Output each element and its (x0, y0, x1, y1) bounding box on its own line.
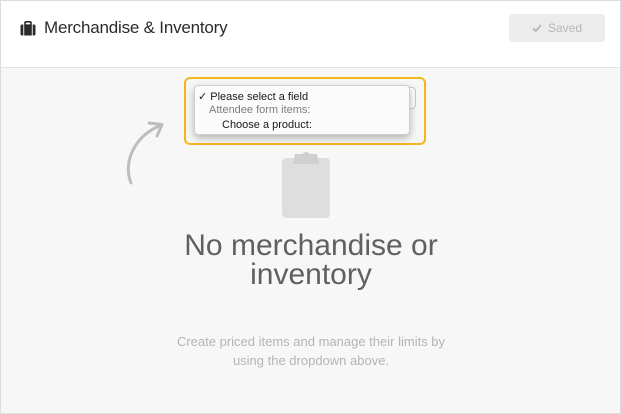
option-choose-product[interactable]: Choose a product: (222, 119, 312, 131)
optgroup-attendee-form-items: Attendee form items: (209, 104, 311, 116)
page-title: Merchandise & Inventory (44, 18, 228, 37)
page-header: Merchandise & Inventory Saved (1, 1, 620, 68)
empty-state-description: Create priced items and manage their lim… (176, 334, 446, 368)
saved-button[interactable]: Saved (509, 14, 605, 42)
option-please-select-field[interactable]: ✓ Please select a field (198, 90, 308, 103)
app-window: Merchandise & Inventory Saved ✓ Please s… (0, 0, 621, 414)
curved-arrow-icon (126, 121, 164, 185)
briefcase-icon (20, 21, 36, 36)
checkmark-icon (532, 24, 542, 33)
clipboard-icon (282, 152, 330, 218)
empty-state-title: No merchandise or inventory (184, 229, 438, 291)
saved-button-label: Saved (547, 21, 583, 35)
field-select-dropdown: ✓ Please select a field Attendee form it… (194, 85, 410, 135)
